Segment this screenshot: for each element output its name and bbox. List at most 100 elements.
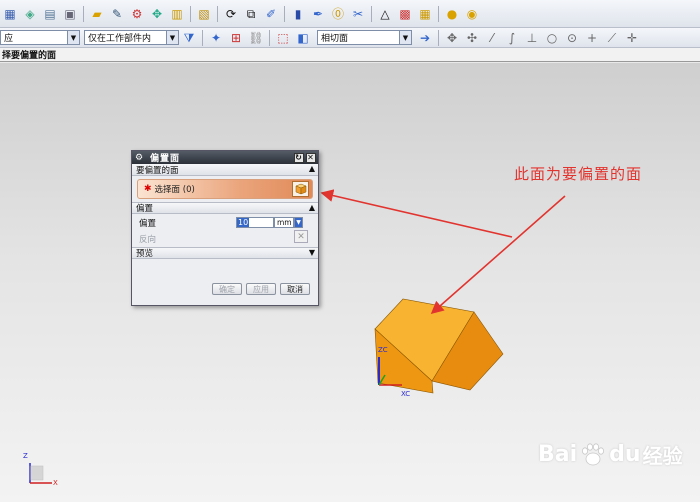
cancel-button[interactable]: 取消 bbox=[280, 283, 310, 295]
apply-button[interactable]: 应用 bbox=[246, 283, 276, 295]
chevron-down-icon[interactable]: ▼ bbox=[309, 248, 315, 257]
ok-button[interactable]: 确定 bbox=[212, 283, 242, 295]
watermark-suffix: 经验 bbox=[642, 444, 683, 468]
bom-icon[interactable]: ▥ bbox=[168, 5, 186, 23]
view-triad-icon bbox=[29, 463, 52, 484]
required-star-icon: ✱ bbox=[144, 184, 152, 194]
analysis-icon[interactable]: ⧉ bbox=[242, 5, 260, 23]
section-offset-header[interactable]: 偏置 ▲ bbox=[132, 202, 318, 214]
select-face-label: 选择面 (0) bbox=[154, 185, 195, 195]
prompt-text: 择要偏置的面 bbox=[2, 51, 57, 61]
triad-x-label: X bbox=[53, 479, 58, 487]
move-icon[interactable]: ✥ bbox=[148, 5, 166, 23]
component-icon[interactable]: ◈ bbox=[21, 5, 39, 23]
unit-dropdown-icon[interactable]: ▼ bbox=[294, 217, 303, 228]
tangent-icon[interactable]: ⟋ bbox=[603, 29, 621, 47]
grid-icon[interactable]: ▦ bbox=[416, 5, 434, 23]
edit-icon[interactable]: ✐ bbox=[262, 5, 280, 23]
stack-icon[interactable]: ◉ bbox=[463, 5, 481, 23]
assembly-icon[interactable]: ▦ bbox=[1, 5, 19, 23]
watermark-brand: Bai bbox=[538, 442, 578, 467]
point-icon[interactable]: ⊞ bbox=[227, 29, 245, 47]
gear-icon[interactable]: ⚙ bbox=[135, 153, 145, 163]
database-icon[interactable]: ▣ bbox=[61, 5, 79, 23]
offset-face-dialog: ⚙ 偏置面 ↻ ✕ 要偏置的面 ▲ ✱ 选择面 (0) 偏置 ▲ 偏置 10 m… bbox=[131, 150, 319, 306]
chevron-up-icon[interactable]: ▲ bbox=[309, 203, 315, 212]
cube-icon[interactable]: ◧ bbox=[294, 29, 312, 47]
reset-icon[interactable]: ↻ bbox=[294, 152, 304, 163]
face-rule-value: 相切面 bbox=[321, 34, 349, 44]
move-handle-icon[interactable]: ✥ bbox=[443, 29, 461, 47]
paw-icon bbox=[582, 442, 605, 465]
zc-axis-label: ZC bbox=[378, 346, 388, 354]
cube-face-icon bbox=[294, 183, 307, 195]
section-faces-label: 要偏置的面 bbox=[136, 165, 179, 176]
curve-icon[interactable]: ∫ bbox=[503, 29, 521, 47]
solid-model[interactable] bbox=[374, 298, 504, 394]
select-face-row[interactable]: ✱ 选择面 (0) bbox=[137, 179, 313, 199]
triangle-icon[interactable]: △ bbox=[376, 5, 394, 23]
type-filter-select[interactable]: 应 ▼ bbox=[0, 30, 80, 45]
triad-z-label: Z bbox=[23, 452, 28, 460]
reverse-label: 反向 bbox=[139, 234, 157, 245]
chevron-down-icon: ▼ bbox=[166, 31, 178, 44]
section-preview-label: 预览 bbox=[136, 249, 154, 259]
xc-axis-label: XC bbox=[401, 390, 411, 398]
scope-value: 仅在工作部件内 bbox=[88, 34, 152, 44]
chevron-down-icon: ▼ bbox=[399, 31, 411, 44]
reverse-row: 反向 ✕ bbox=[132, 230, 318, 246]
face-select-button[interactable] bbox=[292, 181, 309, 197]
folder-icon[interactable]: ▰ bbox=[88, 5, 106, 23]
cylinder-icon[interactable]: ▮ bbox=[289, 5, 307, 23]
pen-icon[interactable]: ✒ bbox=[309, 5, 327, 23]
main-toolbar: ▦ ◈ ▤ ▣ ▰ ✎ ⚙ ✥ ▥ ▧ ⟳ ⧉ ✐ ▮ ✒ ⓪ ✂ △ ▩ ▦ … bbox=[0, 0, 700, 28]
center-icon[interactable]: ⊙ bbox=[563, 29, 581, 47]
type-filter-value: 应 bbox=[4, 34, 14, 44]
viewport-graphics bbox=[29, 189, 566, 484]
line-icon[interactable]: ⁄ bbox=[483, 29, 501, 47]
offset-label: 偏置 bbox=[139, 218, 157, 229]
sketch-icon[interactable]: ✎ bbox=[108, 5, 126, 23]
annotation-label: 此面为要偏置的面 bbox=[514, 165, 643, 183]
constraint-icon[interactable]: ⚙ bbox=[128, 5, 146, 23]
dialog-title: 偏置面 bbox=[150, 154, 181, 164]
filter-icon[interactable]: ⧩ bbox=[180, 29, 198, 47]
layer-icon[interactable]: ▤ bbox=[41, 5, 59, 23]
snap-point-icon[interactable]: ✣ bbox=[463, 29, 481, 47]
scope-select[interactable]: 仅在工作部件内 ▼ bbox=[84, 30, 179, 45]
watermark-brand2: du bbox=[609, 442, 641, 467]
plus-icon[interactable]: + bbox=[583, 29, 601, 47]
coins-icon[interactable]: ● bbox=[443, 5, 461, 23]
wrench-icon[interactable]: ✂ bbox=[349, 5, 367, 23]
graphics-viewport[interactable]: ZC XC Z X bbox=[0, 63, 700, 502]
section-offset-label: 偏置 bbox=[136, 204, 154, 214]
packaging-icon[interactable]: ▧ bbox=[195, 5, 213, 23]
arrow-right-icon[interactable]: ➔ bbox=[416, 29, 434, 47]
offset-unit: mm bbox=[274, 217, 294, 228]
section-preview-header[interactable]: 预览 ▼ bbox=[132, 247, 318, 259]
cross-icon[interactable]: ✛ bbox=[623, 29, 641, 47]
link-icon[interactable]: ⛓ bbox=[247, 29, 265, 47]
perpendicular-icon[interactable]: ⊥ bbox=[523, 29, 541, 47]
zero-icon[interactable]: ⓪ bbox=[329, 5, 347, 23]
chevron-down-icon: ▼ bbox=[67, 31, 79, 44]
image-icon[interactable]: ▩ bbox=[396, 5, 414, 23]
annotation-arrow-to-face bbox=[430, 195, 566, 315]
baidu-watermark: Bai du 经验 bbox=[538, 440, 683, 469]
face-rule-select[interactable]: 相切面 ▼ bbox=[317, 30, 412, 45]
box-select-icon[interactable]: ⬚ bbox=[274, 29, 292, 47]
measure-icon[interactable]: ⟳ bbox=[222, 5, 240, 23]
reverse-direction-icon[interactable]: ✕ bbox=[294, 230, 308, 243]
dialog-footer: 确定 应用 取消 bbox=[212, 283, 310, 295]
offset-input[interactable]: 10 bbox=[236, 217, 274, 228]
close-icon[interactable]: ✕ bbox=[306, 152, 316, 163]
snap-icon[interactable]: ✦ bbox=[207, 29, 225, 47]
selection-toolbar: 应 ▼ 仅在工作部件内 ▼ ⧩ ✦ ⊞ ⛓ ⬚ ◧ 相切面 ▼ ➔ ✥ ✣ ⁄ … bbox=[0, 28, 700, 48]
annotation-arrow-to-dialog bbox=[320, 189, 513, 238]
dialog-title-bar[interactable]: ⚙ 偏置面 ↻ ✕ bbox=[132, 151, 318, 164]
offset-row: 偏置 10 mm ▼ bbox=[132, 216, 318, 229]
section-faces-header[interactable]: 要偏置的面 ▲ bbox=[132, 164, 318, 176]
prompt-bar: 择要偏置的面 bbox=[0, 48, 700, 62]
chevron-up-icon[interactable]: ▲ bbox=[309, 164, 315, 173]
circle-icon[interactable]: ○ bbox=[543, 29, 561, 47]
